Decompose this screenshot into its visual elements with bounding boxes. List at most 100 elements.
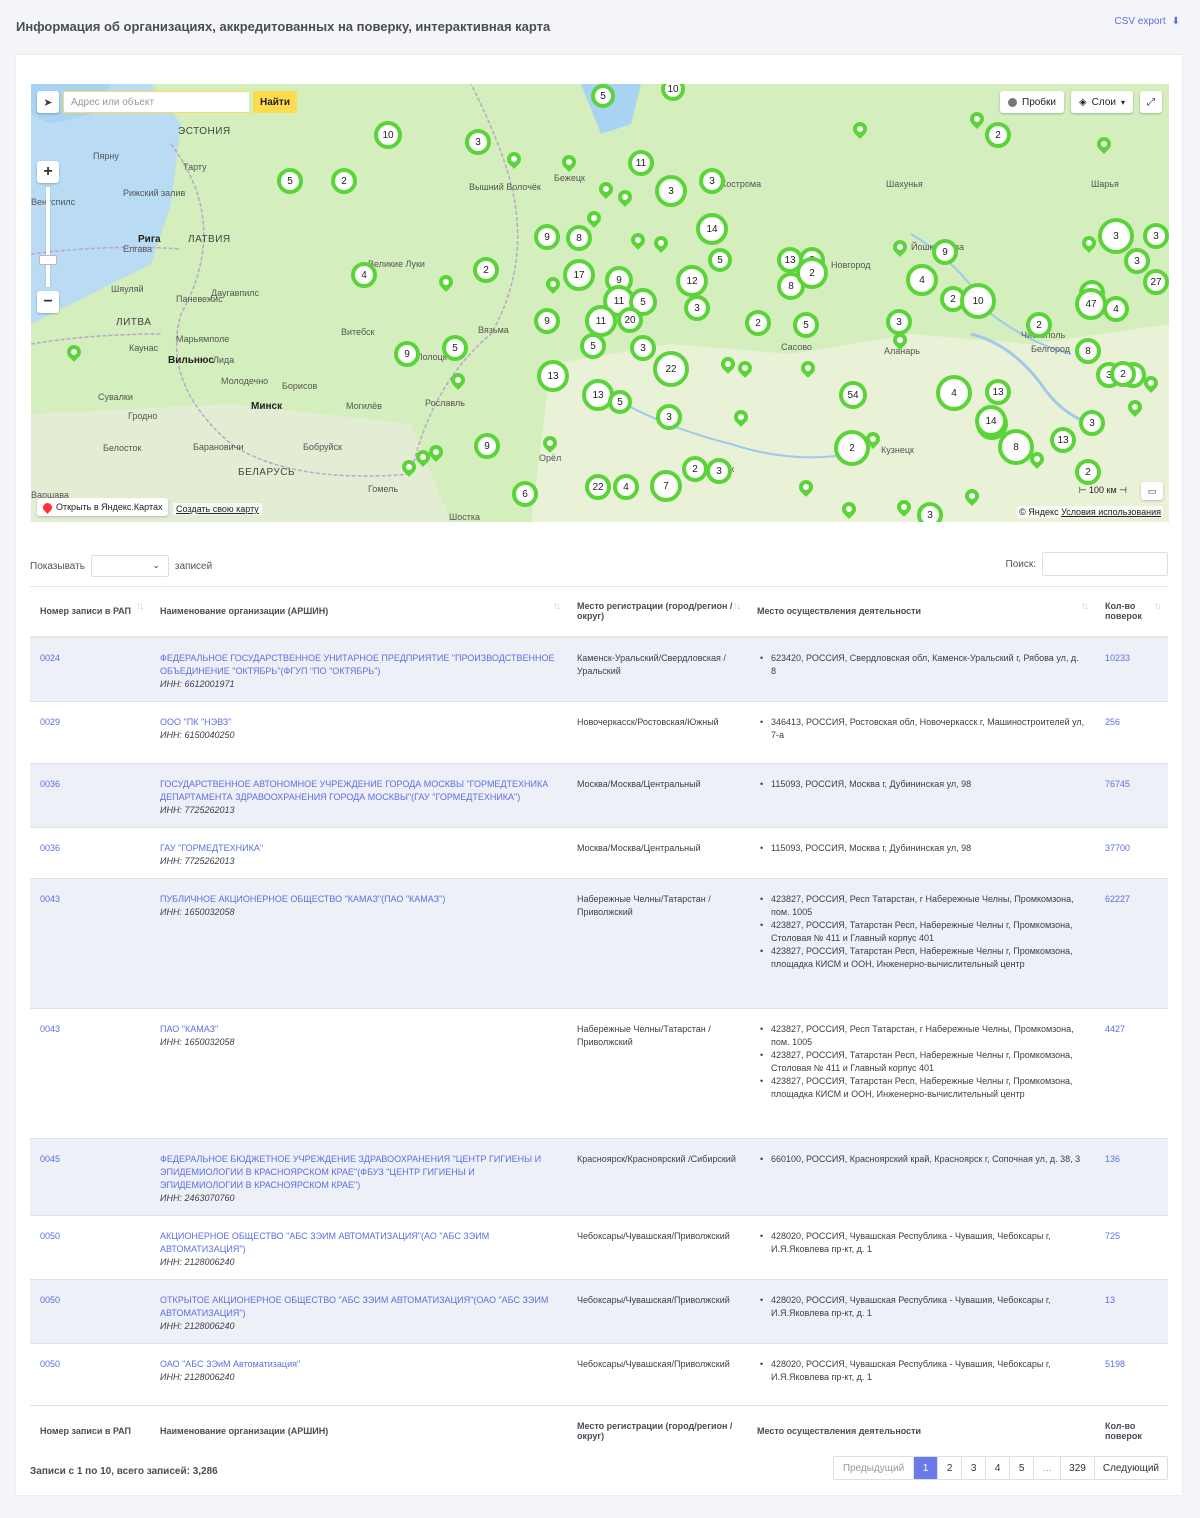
map-cluster[interactable]: 9 [474,433,500,459]
map-cluster[interactable]: 2 [331,168,357,194]
organization-link[interactable]: ООО "ПК "НЭВЗ" [160,717,231,727]
column-header[interactable]: Место регистрации (город/регион /округ) ↑… [567,586,747,638]
map-cluster[interactable]: 5 [277,168,303,194]
page-button-2[interactable]: 2 [937,1457,961,1479]
map-cluster[interactable]: 27 [1143,269,1169,295]
verification-count-link[interactable]: 725 [1105,1231,1120,1241]
organization-link[interactable]: ФЕДЕРАЛЬНОЕ БЮДЖЕТНОЕ УЧРЕЖДЕНИЕ ЗДРАВОО… [160,1154,541,1190]
record-number-link[interactable]: 0043 [40,894,60,904]
map-cluster[interactable]: 3 [630,335,656,361]
layers-button[interactable]: ◈ Слои ▾ [1071,91,1133,113]
open-in-yandex-button[interactable]: Открыть в Яндекс.Картах [37,498,169,516]
fullscreen-icon[interactable]: ⤢ [1140,91,1162,113]
map-cluster[interactable]: 5 [793,312,819,338]
previous-page-button[interactable]: Предыдущий [834,1457,913,1479]
next-page-button[interactable]: Следующий [1093,1457,1167,1479]
map-cluster[interactable]: 2 [1075,459,1101,485]
map-cluster[interactable]: 9 [534,308,560,334]
record-number-link[interactable]: 0029 [40,717,60,727]
record-number-link[interactable]: 0045 [40,1154,60,1164]
map-cluster[interactable]: 13 [537,360,569,392]
interactive-map[interactable]: ЭСТОНИЯ Рижский залив Рига ЛАТВИЯ ЛИТВА Вильн… [31,84,1169,522]
map-cluster[interactable]: 3 [886,309,912,335]
record-number-link[interactable]: 0036 [40,779,60,789]
map-cluster[interactable]: 22 [585,474,611,500]
map-cluster[interactable]: 2 [1110,361,1136,387]
map-cluster[interactable]: 54 [839,381,867,409]
map-cluster[interactable]: 3 [699,168,725,194]
map-cluster[interactable]: 13 [985,379,1011,405]
page-button-4[interactable]: 4 [985,1457,1009,1479]
map-cluster[interactable]: 3 [1143,223,1169,249]
organization-link[interactable]: ГОСУДАРСТВЕННОЕ АВТОНОМНОЕ УЧРЕЖДЕНИЕ ГО… [160,779,548,802]
map-cluster[interactable]: 8 [1075,338,1101,364]
map-cluster[interactable]: 7 [650,470,682,502]
map-cluster[interactable]: 9 [394,341,420,367]
verification-count-link[interactable]: 5198 [1105,1359,1125,1369]
ruler-icon[interactable]: ▭ [1141,482,1163,500]
map-cluster[interactable]: 4 [351,262,377,288]
map-cluster[interactable]: 4 [1103,296,1129,322]
verification-count-link[interactable]: 4427 [1105,1024,1125,1034]
map-cluster[interactable]: 2 [473,257,499,283]
map-cluster[interactable]: 5 [580,333,606,359]
record-number-link[interactable]: 0050 [40,1359,60,1369]
map-cluster[interactable]: 2 [682,456,708,482]
column-header[interactable]: Наименование организации (АРШИН) ↑↓ [150,586,567,638]
map-cluster[interactable]: 2 [1026,312,1052,338]
organization-link[interactable]: ГАУ "ГОРМЕДТЕХНИКА" [160,843,263,853]
map-cluster[interactable]: 13 [1050,427,1076,453]
map-cluster[interactable]: 17 [563,259,595,291]
record-number-link[interactable]: 0043 [40,1024,60,1034]
map-cluster[interactable]: 3 [656,404,682,430]
page-button-1[interactable]: 1 [913,1457,938,1479]
map-cluster[interactable]: 47 [1075,288,1107,320]
terms-link[interactable]: Условия использования [1061,507,1161,517]
organization-link[interactable]: ПУБЛИЧНОЕ АКЦИОНЕРНОЕ ОБЩЕСТВО "КАМАЗ"(П… [160,894,445,904]
map-cluster[interactable]: 4 [613,474,639,500]
column-header[interactable]: Место осуществления деятельности ↑↓ [747,586,1095,638]
search-input[interactable] [1042,552,1168,576]
organization-link[interactable]: ОТКРЫТОЕ АКЦИОНЕРНОЕ ОБЩЕСТВО "АБС ЗЭИМ … [160,1295,548,1318]
map-cluster[interactable]: 5 [608,390,632,414]
verification-count-link[interactable]: 13 [1105,1295,1115,1305]
map-cluster[interactable]: 9 [932,239,958,265]
page-button-5[interactable]: 5 [1009,1457,1033,1479]
map-cluster[interactable]: 3 [1098,218,1134,254]
map-cluster[interactable]: 3 [1124,248,1150,274]
map-cluster[interactable]: 10 [960,283,996,319]
map-cluster[interactable]: 3 [684,295,710,321]
organization-link[interactable]: ОАО "АБС ЗЭиМ Автоматизация" [160,1359,300,1369]
map-cluster[interactable]: 8 [566,225,592,251]
create-map-link[interactable]: Создать свою карту [173,503,262,515]
map-cluster[interactable]: 14 [975,405,1007,437]
map-cluster[interactable]: 5 [708,248,732,272]
map-cluster[interactable]: 4 [936,375,972,411]
record-number-link[interactable]: 0050 [40,1295,60,1305]
map-cluster[interactable]: 2 [985,122,1011,148]
map-cluster[interactable]: 2 [834,430,870,466]
map-search-input[interactable]: Адрес или объект [63,91,249,113]
map-cluster[interactable]: 12 [676,265,708,297]
verification-count-link[interactable]: 37700 [1105,843,1130,853]
column-header[interactable]: Номер записи в РАП ↑↓ [30,586,150,638]
map-cluster[interactable]: 14 [696,213,728,245]
verification-count-link[interactable]: 136 [1105,1154,1120,1164]
map-cluster[interactable]: 6 [512,481,538,507]
map-cluster[interactable]: 3 [706,458,732,484]
traffic-button[interactable]: Пробки [1000,91,1064,113]
verification-count-link[interactable]: 76745 [1105,779,1130,789]
verification-count-link[interactable]: 256 [1105,717,1120,727]
page-button-329[interactable]: 329 [1060,1457,1094,1479]
organization-link[interactable]: АКЦИОНЕРНОЕ ОБЩЕСТВО "АБС ЗЭИМ АВТОМАТИЗ… [160,1231,489,1254]
column-header[interactable]: Кол-во поверок ↑↓ [1095,586,1168,638]
map-cluster[interactable]: 2 [796,257,828,289]
zoom-slider[interactable] [46,187,50,287]
map-cluster[interactable]: 3 [1079,410,1105,436]
map-find-button[interactable]: Найти [253,91,297,113]
map-cluster[interactable]: 11 [628,150,654,176]
record-number-link[interactable]: 0024 [40,653,60,663]
locate-icon[interactable]: ➤ [37,91,59,113]
page-length-select[interactable]: ⌄ [90,555,169,577]
map-cluster[interactable]: 5 [591,84,615,108]
